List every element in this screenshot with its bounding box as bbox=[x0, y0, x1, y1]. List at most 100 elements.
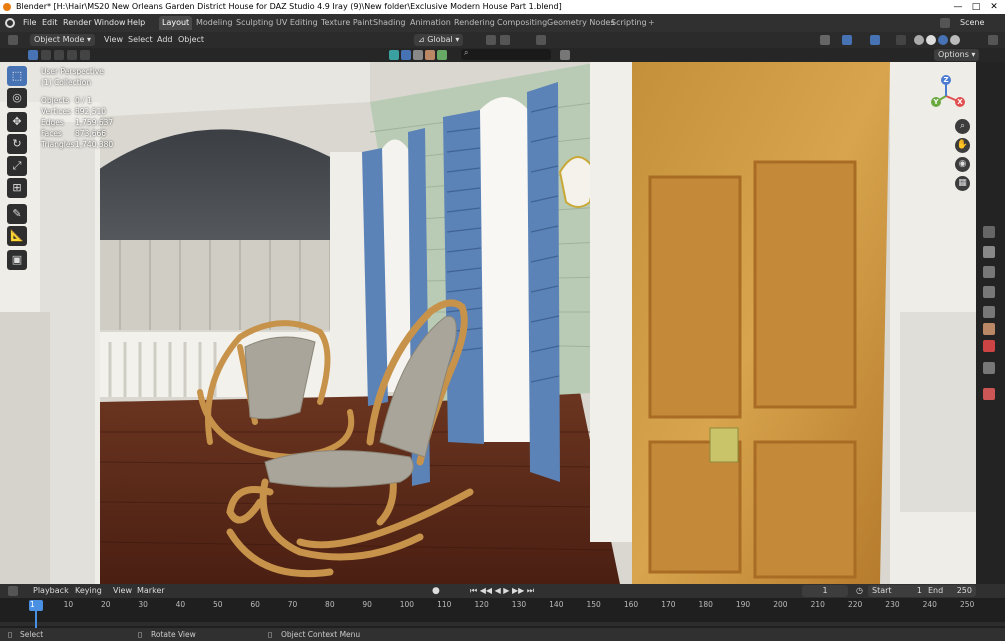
timeline-menu-playback[interactable]: Playback bbox=[33, 585, 69, 597]
camera-view-icon[interactable]: ◉ bbox=[955, 157, 970, 172]
pan-hand-icon[interactable]: ✋ bbox=[955, 138, 970, 153]
scale-tool-icon[interactable]: ⤢ bbox=[7, 156, 27, 176]
rotate-tool-icon[interactable]: ↻ bbox=[7, 134, 27, 154]
tab-uv-editing[interactable]: UV Editing bbox=[273, 16, 321, 30]
measure-tool-icon[interactable]: 📐 bbox=[7, 226, 27, 246]
editor-type-icon[interactable] bbox=[8, 35, 18, 45]
title-bar: Blender* [H:\Hair\MS20 New Orleans Garde… bbox=[0, 0, 1005, 14]
tab-texture-paint[interactable]: Texture Paint bbox=[318, 16, 376, 30]
menu-window[interactable]: Window bbox=[94, 17, 126, 29]
end-frame-field[interactable]: End 250 bbox=[924, 585, 976, 597]
select-box-tool-icon[interactable]: ⬚ bbox=[7, 66, 27, 86]
stat-value: 1,740,380 bbox=[75, 140, 114, 149]
mode-dropdown[interactable]: Object Mode ▾ bbox=[30, 34, 95, 46]
record-icon[interactable]: ● bbox=[432, 585, 440, 597]
filter-icon-4[interactable] bbox=[425, 50, 435, 60]
add-cube-tool-icon[interactable]: ▣ bbox=[7, 250, 27, 270]
menu-select[interactable]: Select bbox=[128, 34, 153, 46]
shading-material-icon[interactable] bbox=[938, 35, 948, 45]
menu-view[interactable]: View bbox=[104, 34, 123, 46]
output-properties-icon[interactable] bbox=[983, 286, 995, 298]
tab-shading[interactable]: Shading bbox=[370, 16, 409, 30]
cursor-tool-icon[interactable]: ◎ bbox=[7, 88, 27, 108]
view-layer-icon[interactable] bbox=[983, 306, 995, 318]
tab-geometry-nodes[interactable]: Geometry Nodes bbox=[544, 16, 617, 30]
menu-object[interactable]: Object bbox=[178, 34, 204, 46]
timeline-menu-marker[interactable]: Marker bbox=[137, 585, 165, 597]
shading-rendered-icon[interactable] bbox=[950, 35, 960, 45]
proportional-edit-icon[interactable] bbox=[536, 35, 546, 45]
maximize-button[interactable]: □ bbox=[970, 0, 982, 14]
tab-layout[interactable]: Layout bbox=[159, 16, 193, 30]
select-mode-invert-icon[interactable] bbox=[67, 50, 77, 60]
collection-properties-icon[interactable] bbox=[983, 362, 995, 374]
filter-icon-1[interactable] bbox=[389, 50, 399, 60]
3d-viewport[interactable] bbox=[0, 62, 976, 584]
annotate-tool-icon[interactable]: ✎ bbox=[7, 204, 27, 224]
options-dropdown[interactable]: Options ▾ bbox=[934, 49, 980, 61]
shading-solid-icon[interactable] bbox=[926, 35, 936, 45]
menu-add[interactable]: Add bbox=[157, 34, 173, 46]
gizmo-z-icon[interactable]: Z bbox=[941, 75, 951, 85]
start-frame-field[interactable]: Start 1 bbox=[868, 585, 926, 597]
minimize-button[interactable]: — bbox=[952, 0, 964, 14]
current-frame-field[interactable]: 1 bbox=[802, 585, 848, 597]
gizmo-x-icon[interactable]: X bbox=[955, 97, 965, 107]
tab-animation[interactable]: Animation bbox=[407, 16, 454, 30]
filter-funnel-icon[interactable] bbox=[560, 50, 570, 60]
world-properties-icon[interactable] bbox=[983, 340, 995, 352]
select-mode-intersect-icon[interactable] bbox=[80, 50, 90, 60]
shading-wireframe-icon[interactable] bbox=[914, 35, 924, 45]
filter-icon-2[interactable] bbox=[401, 50, 411, 60]
add-workspace-button[interactable]: + bbox=[645, 16, 658, 30]
transform-label: Global bbox=[427, 35, 453, 44]
filter-icon-5[interactable] bbox=[437, 50, 447, 60]
menu-edit[interactable]: Edit bbox=[42, 17, 58, 29]
render-properties-icon[interactable] bbox=[983, 266, 995, 278]
filter-icon-3[interactable] bbox=[413, 50, 423, 60]
tab-sculpting[interactable]: Sculpting bbox=[233, 16, 276, 30]
tool-properties-icon[interactable] bbox=[983, 246, 995, 258]
select-mode-new-icon[interactable] bbox=[28, 50, 38, 60]
timeline-scrollbar[interactable] bbox=[0, 622, 1005, 626]
gizmo-y-icon[interactable]: Y bbox=[931, 97, 941, 107]
search-input[interactable]: ⌕ bbox=[461, 48, 551, 60]
navigation-gizmo[interactable]: X Z Y bbox=[922, 72, 970, 120]
tab-rendering[interactable]: Rendering bbox=[451, 16, 498, 30]
timeline-menu-view[interactable]: View bbox=[113, 585, 132, 597]
tab-compositing[interactable]: Compositing bbox=[494, 16, 550, 30]
transform-orientation-dropdown[interactable]: ⊿ Global ▾ bbox=[414, 34, 464, 46]
pivot-icon[interactable] bbox=[486, 35, 496, 45]
tab-modeling[interactable]: Modeling bbox=[193, 16, 235, 30]
close-button[interactable]: ✕ bbox=[988, 0, 1000, 14]
blender-menu-icon[interactable] bbox=[5, 18, 15, 28]
select-mode-extend-icon[interactable] bbox=[41, 50, 51, 60]
search-icon: ⌕ bbox=[464, 48, 469, 57]
sidebar-toggle-icon[interactable] bbox=[988, 35, 998, 45]
scene-selector[interactable]: Scene bbox=[960, 17, 984, 29]
xray-icon[interactable] bbox=[896, 35, 906, 45]
timeline-tick-label: 110 bbox=[437, 600, 452, 609]
mouse-left-icon: ▯ bbox=[8, 630, 13, 639]
timeline-menu-keying[interactable]: Keying bbox=[75, 585, 102, 597]
overlay-toggle-icon[interactable] bbox=[870, 35, 880, 45]
gizmo-toggle-icon[interactable] bbox=[842, 35, 852, 45]
properties-editor-icon[interactable] bbox=[983, 226, 995, 238]
scene-properties-icon[interactable] bbox=[983, 323, 995, 335]
timeline-tick-label: 60 bbox=[250, 600, 260, 609]
menu-help[interactable]: Help bbox=[127, 17, 145, 29]
menu-render[interactable]: Render bbox=[63, 17, 91, 29]
select-mode-subtract-icon[interactable] bbox=[54, 50, 64, 60]
texture-properties-icon[interactable] bbox=[983, 388, 995, 400]
zoom-icon[interactable]: ⌕ bbox=[955, 119, 970, 134]
perspective-toggle-icon[interactable]: ▦ bbox=[955, 176, 970, 191]
scene-icon[interactable] bbox=[940, 18, 950, 28]
playback-controls[interactable]: ⏮ ◀◀ ◀ ▶ ▶▶ ⏭ bbox=[470, 585, 534, 597]
visibility-icon[interactable] bbox=[820, 35, 830, 45]
tab-scripting[interactable]: Scripting bbox=[608, 16, 650, 30]
snap-icon[interactable] bbox=[500, 35, 510, 45]
menu-file[interactable]: File bbox=[23, 17, 36, 29]
transform-tool-icon[interactable]: ⊞ bbox=[7, 178, 27, 198]
move-tool-icon[interactable]: ✥ bbox=[7, 112, 27, 132]
timeline-editor-type-icon[interactable] bbox=[8, 586, 18, 596]
